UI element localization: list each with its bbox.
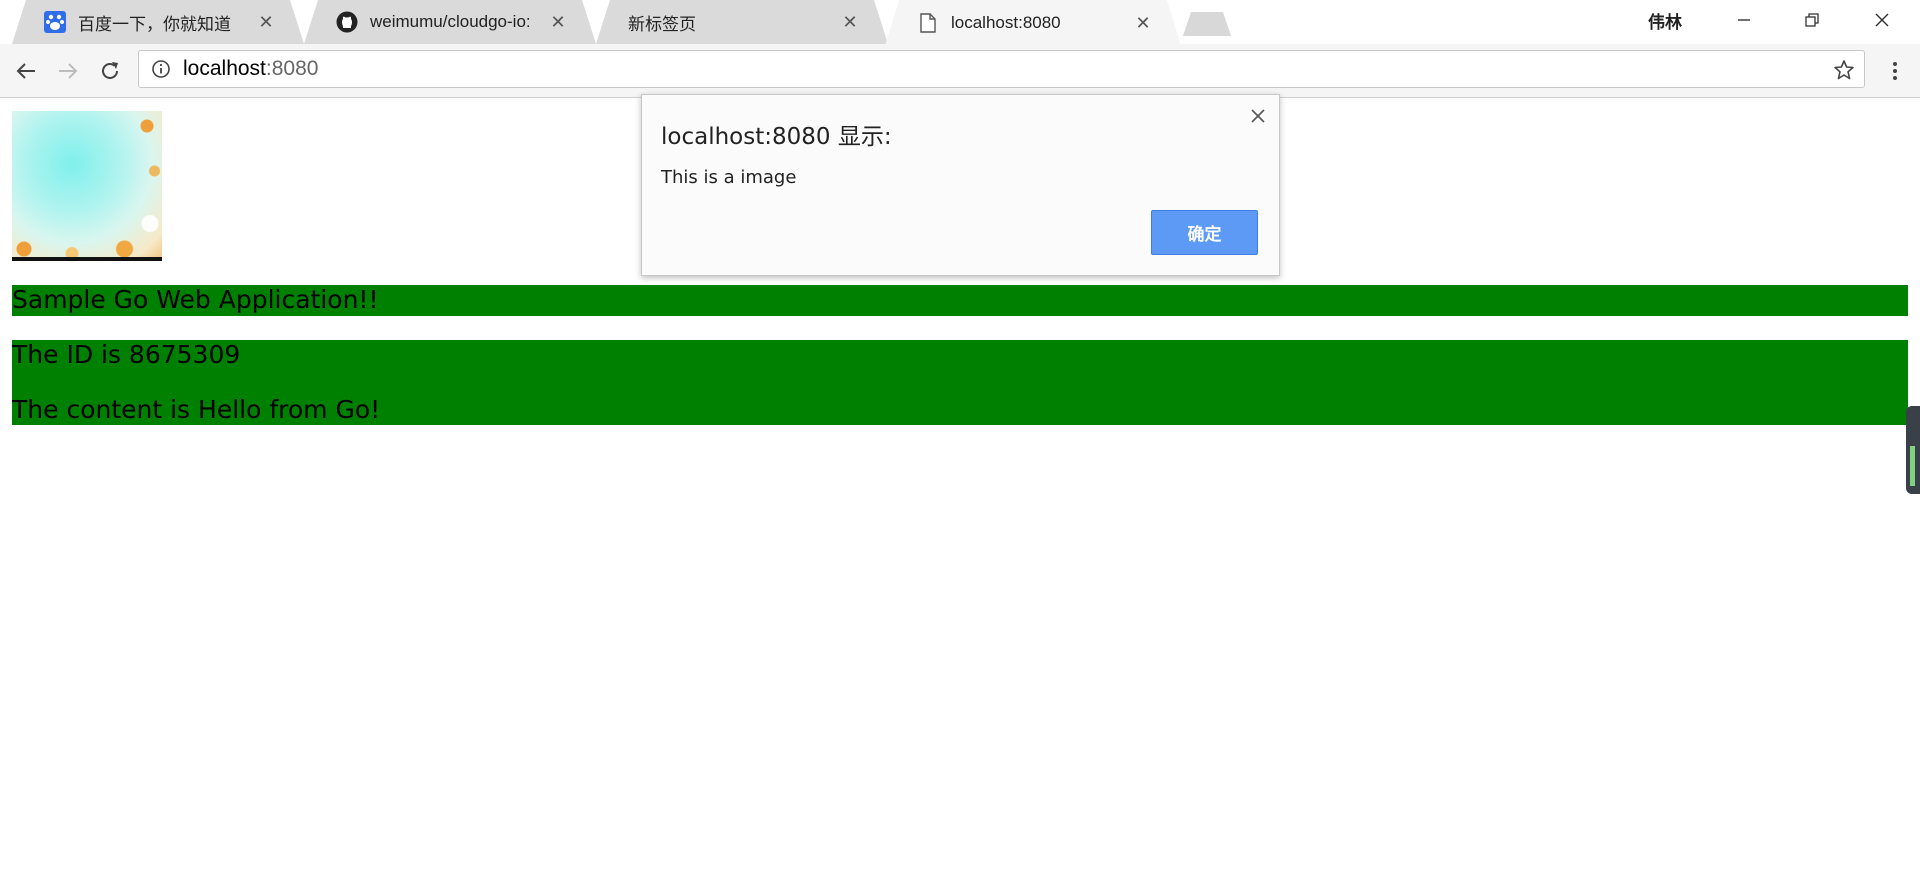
- image-decoration: [12, 111, 162, 261]
- baidu-paw-icon: [44, 11, 66, 33]
- github-icon: [336, 11, 358, 33]
- minimize-icon[interactable]: [1710, 0, 1778, 40]
- close-tab-icon[interactable]: ✕: [838, 10, 862, 34]
- close-tab-icon[interactable]: ✕: [546, 10, 570, 34]
- image-caption-bar: [12, 257, 162, 261]
- more-menu-icon[interactable]: [1880, 55, 1910, 87]
- widget-level-bar: [1910, 446, 1915, 486]
- reload-icon[interactable]: [94, 55, 126, 87]
- tab-title: weimumu/cloudgo-io:: [370, 12, 531, 31]
- url-text[interactable]: localhost:8080: [183, 57, 318, 81]
- alert-dialog: localhost:8080 显示: This is a image 确定: [641, 94, 1280, 276]
- url-port: :8080: [265, 57, 319, 80]
- dialog-close-icon[interactable]: [1247, 105, 1269, 127]
- close-tab-icon[interactable]: ✕: [1131, 11, 1155, 35]
- tab-new-tab[interactable]: 新标签页 ✕: [596, 0, 888, 44]
- browser-toolbar: localhost:8080: [0, 44, 1920, 98]
- restore-icon[interactable]: [1778, 0, 1846, 40]
- bookmark-star-icon[interactable]: [1832, 58, 1856, 82]
- url-host: localhost: [183, 57, 266, 80]
- tab-strip: 百度一下，你就知道 ✕ weimumu/cloudgo-io: ✕ 新标签页 ✕…: [0, 0, 1920, 48]
- tab-title: localhost:8080: [951, 13, 1061, 32]
- id-line: The ID is 8675309: [12, 340, 241, 369]
- dialog-ok-button[interactable]: 确定: [1151, 210, 1258, 255]
- tab-baidu[interactable]: 百度一下，你就知道 ✕: [12, 0, 304, 44]
- page-heading: Sample Go Web Application!!: [12, 285, 1908, 316]
- tab-title: 新标签页: [628, 14, 696, 34]
- page-icon: [917, 12, 939, 34]
- side-floating-widget[interactable]: [1906, 406, 1920, 494]
- back-icon[interactable]: [10, 55, 42, 87]
- close-window-icon[interactable]: [1848, 0, 1916, 40]
- tab-title: 百度一下，你就知道: [78, 14, 231, 34]
- dialog-message: This is a image: [661, 167, 797, 188]
- content-line: The content is Hello from Go!: [12, 395, 381, 424]
- dialog-title: localhost:8080 显示:: [661, 124, 892, 150]
- tab-github[interactable]: weimumu/cloudgo-io: ✕: [304, 0, 596, 44]
- site-info-icon[interactable]: [149, 57, 173, 81]
- info-panel: The ID is 8675309 The content is Hello f…: [12, 340, 1908, 425]
- close-tab-icon[interactable]: ✕: [254, 10, 278, 34]
- tab-localhost[interactable]: localhost:8080 ✕: [885, 0, 1181, 46]
- new-tab-button[interactable]: [1183, 12, 1231, 36]
- page-image[interactable]: [12, 111, 162, 261]
- profile-name[interactable]: 伟林: [1648, 8, 1682, 33]
- forward-icon[interactable]: [52, 55, 84, 87]
- address-bar[interactable]: localhost:8080: [138, 50, 1865, 88]
